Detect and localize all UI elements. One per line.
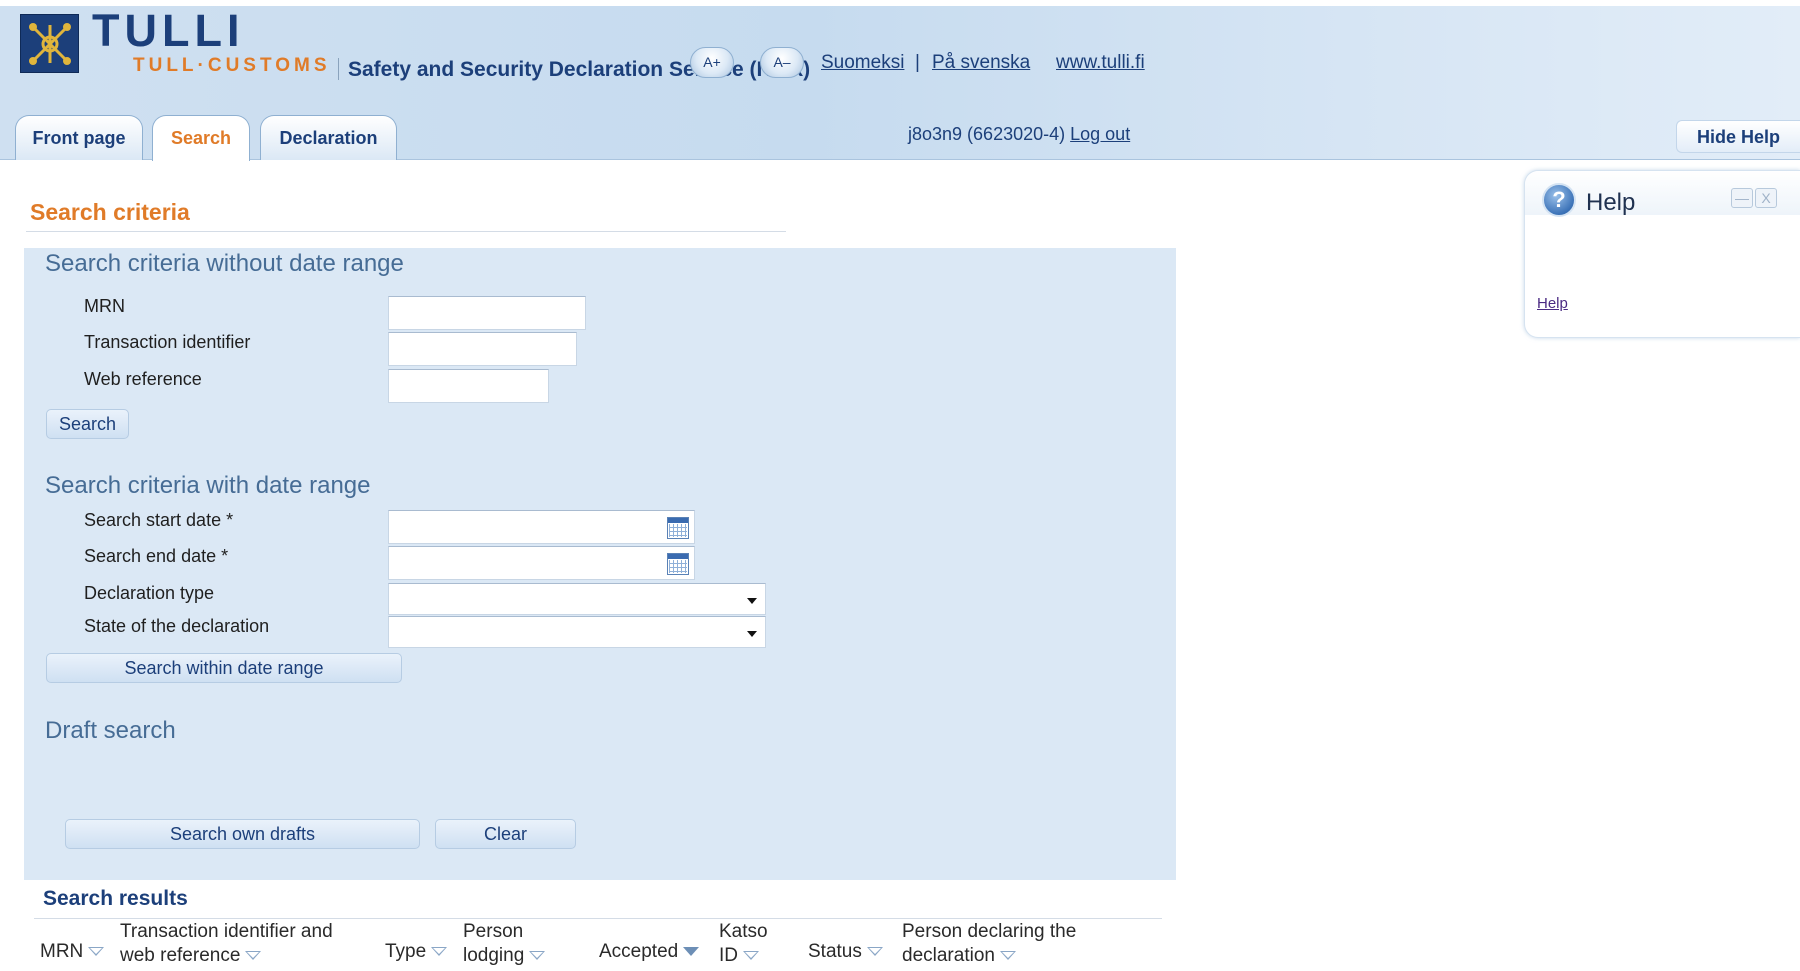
declaration-type-select[interactable] — [388, 583, 766, 615]
column-header-label: Type — [385, 941, 427, 962]
hide-help-button[interactable]: Hide Help — [1676, 120, 1800, 153]
transaction-identifier-input[interactable] — [388, 332, 577, 366]
search-start-date-input[interactable] — [388, 510, 695, 544]
column-header-label: Transaction identifier and — [120, 921, 333, 942]
column-header-label: MRN — [40, 941, 84, 962]
search-end-date-input[interactable] — [388, 546, 695, 580]
user-info: j8o3n9 (6623020-4) Log out — [908, 124, 1130, 145]
section-heading-no-date: Search criteria without date range — [45, 250, 404, 277]
help-question-icon: ? — [1542, 183, 1576, 217]
sort-arrow-icon[interactable] — [245, 951, 262, 961]
search-criteria-panel: Search criteria without date range MRN T… — [24, 248, 1176, 880]
column-header-transaction[interactable]: Transaction identifier and web reference — [120, 920, 333, 968]
web-reference-label: Web reference — [84, 369, 202, 389]
column-header-mrn[interactable]: MRN — [40, 940, 105, 964]
help-panel-header: ? Help — X — [1525, 171, 1800, 217]
sort-arrow-icon[interactable] — [431, 947, 448, 957]
chevron-down-icon — [747, 598, 757, 604]
column-header-status[interactable]: Status — [808, 940, 883, 964]
web-reference-input[interactable] — [388, 369, 549, 403]
transaction-identifier-label: Transaction identifier — [84, 332, 251, 352]
tab-front-page[interactable]: Front page — [15, 115, 143, 160]
search-start-date-label: Search start date * — [84, 510, 234, 530]
mrn-label: MRN — [84, 296, 125, 316]
font-size-decrease-button[interactable]: A– — [760, 47, 804, 78]
title-divider — [26, 231, 786, 232]
service-title: Safety and Security Declaration Service … — [348, 58, 811, 81]
section-heading-date-range: Search criteria with date range — [45, 472, 371, 499]
column-header-type[interactable]: Type — [385, 940, 448, 964]
column-header-accepted[interactable]: Accepted — [599, 940, 700, 964]
declaration-type-label: Declaration type — [84, 583, 215, 603]
search-within-date-range-button[interactable]: Search within date range — [46, 653, 402, 683]
column-header-label: Person declaring the — [902, 921, 1077, 942]
minimize-icon[interactable]: — — [1731, 188, 1753, 208]
help-panel-title: Help — [1586, 189, 1636, 216]
sort-arrow-icon[interactable] — [999, 951, 1016, 961]
column-header-label: Person — [463, 921, 524, 942]
search-results-heading: Search results — [43, 887, 188, 910]
page-title: Search criteria — [30, 199, 190, 225]
sort-arrow-icon[interactable] — [683, 947, 700, 957]
chevron-down-icon — [747, 631, 757, 637]
brand-main: TULLI — [92, 5, 245, 56]
column-header-label: web reference — [120, 945, 241, 966]
sort-arrow-icon[interactable] — [743, 951, 759, 961]
language-swedish-link[interactable]: På svenska — [932, 52, 1030, 74]
language-finnish-link[interactable]: Suomeksi — [821, 52, 904, 74]
clear-button[interactable]: Clear — [435, 819, 576, 849]
header: TULLI TULL·CUSTOMS Safety and Security D… — [0, 0, 1800, 161]
column-header-label: lodging — [463, 945, 525, 966]
language-separator: | — [915, 52, 920, 73]
search-end-date-label: Search end date * — [84, 546, 229, 566]
top-strip — [0, 0, 1800, 6]
tab-declaration[interactable]: Declaration — [260, 115, 397, 160]
search-button[interactable]: Search — [46, 409, 129, 439]
tulli-site-link[interactable]: www.tulli.fi — [1056, 52, 1145, 74]
tab-search[interactable]: Search — [152, 115, 250, 161]
column-header-label: Status — [808, 941, 862, 962]
user-identity: j8o3n9 (6623020-4) — [908, 124, 1066, 144]
column-header-katso-id[interactable]: Katso ID — [719, 920, 768, 968]
font-size-increase-button[interactable]: A+ — [690, 47, 734, 78]
brand-divider — [338, 58, 339, 80]
sort-arrow-icon[interactable] — [88, 947, 105, 957]
section-heading-draft-search: Draft search — [45, 717, 176, 744]
sort-arrow-icon[interactable] — [529, 951, 546, 961]
mrn-input[interactable] — [388, 296, 586, 330]
declaration-state-label: State of the declaration — [84, 616, 270, 636]
column-header-label: ID — [719, 945, 738, 966]
search-own-drafts-button[interactable]: Search own drafts — [65, 819, 420, 849]
column-header-label: declaration — [902, 945, 995, 966]
column-header-person-lodging[interactable]: Person lodging — [463, 920, 546, 968]
column-header-label: Accepted — [599, 941, 679, 962]
brand-sub: TULL·CUSTOMS — [133, 55, 331, 76]
help-panel: ? Help — X Help — [1524, 170, 1800, 338]
logout-link[interactable]: Log out — [1070, 124, 1130, 144]
calendar-icon[interactable] — [667, 553, 689, 575]
declaration-state-select[interactable] — [388, 616, 766, 648]
calendar-icon[interactable] — [667, 517, 689, 539]
sort-arrow-icon[interactable] — [866, 947, 883, 957]
column-header-label: Katso — [719, 921, 768, 942]
column-header-person-declaring[interactable]: Person declaring the declaration — [902, 920, 1076, 968]
results-divider — [34, 918, 1162, 919]
help-link[interactable]: Help — [1537, 295, 1568, 312]
close-icon[interactable]: X — [1755, 188, 1777, 208]
tulli-logo-icon — [20, 14, 79, 73]
